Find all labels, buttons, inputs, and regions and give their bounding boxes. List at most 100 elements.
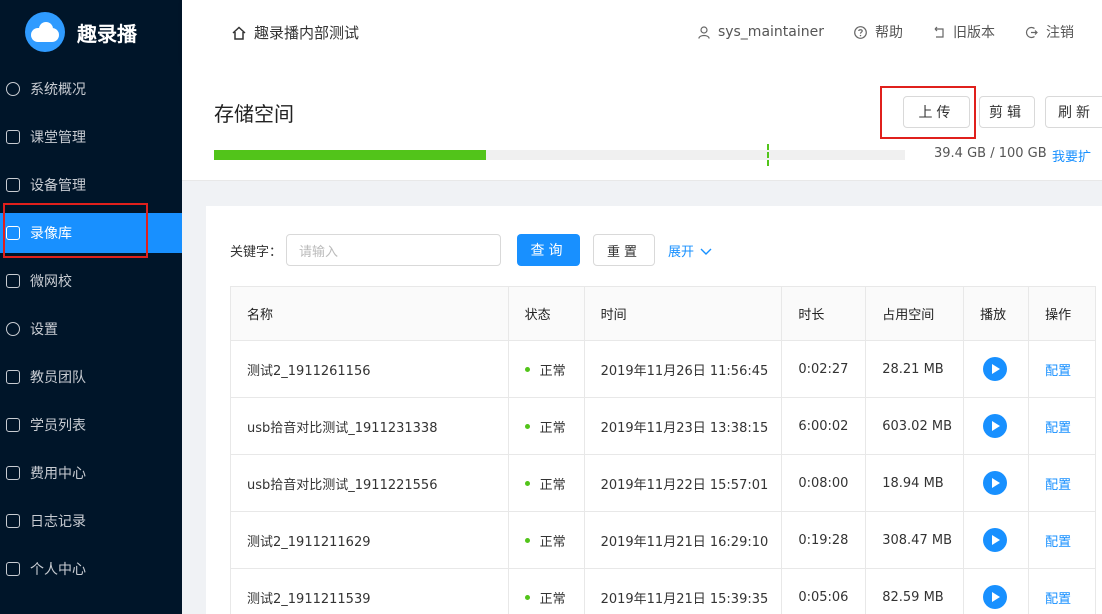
status-dot-icon [524,423,530,429]
reset-button[interactable]: 重置 [593,234,655,266]
sidebar-item-label: 系统概况 [30,82,86,98]
storage-progress-bar [214,150,905,160]
sidebar-item-label: 教员团队 [30,370,86,386]
recording-time: 2019年11月21日 15:39:35 [585,569,783,614]
sidebar-item-10[interactable]: 个人中心 [0,549,182,589]
expand-label: 展开 [668,245,695,260]
logout-label: 注销 [1046,25,1074,41]
recording-duration: 0:08:00 [782,455,867,511]
action-cell: 配置 [1029,455,1096,511]
action-cell: 配置 [1029,569,1096,614]
school-icon [6,274,20,288]
recording-size: 18.94 MB [866,455,965,511]
configure-link[interactable]: 配置 [1045,474,1071,493]
status-cell: 正常 [509,398,585,454]
sidebar-item-label: 设备管理 [30,178,86,194]
user-icon [6,562,20,576]
status-cell: 正常 [509,512,585,568]
expand-filters-toggle[interactable]: 展开 [668,241,712,260]
sidebar-item-label: 费用中心 [30,466,86,482]
sidebar-item-5[interactable]: 设置 [0,309,182,349]
recording-duration: 0:05:06 [782,569,867,614]
sidebar-item-8[interactable]: 费用中心 [0,453,182,493]
play-cell [964,341,1030,397]
status-text: 正常 [539,363,566,379]
help-icon [854,25,867,39]
sidebar-item-0[interactable]: 系统概况 [0,69,182,109]
play-button-icon[interactable] [983,357,1008,381]
column-header-time: 时间 [585,287,783,340]
play-button-icon[interactable] [983,414,1008,438]
edit-button[interactable]: 剪辑 [979,96,1035,128]
username: sys_maintainer [717,24,824,40]
sidebar-item-label: 微网校 [30,274,72,290]
recording-time: 2019年11月21日 16:29:10 [585,512,783,568]
configure-link[interactable]: 配置 [1045,531,1071,550]
team-icon [6,370,20,384]
status-cell: 正常 [509,455,585,511]
help-link[interactable]: 帮助 [854,22,903,42]
recording-name: 测试2_1911211629 [231,512,509,568]
recording-duration: 0:19:28 [782,512,867,568]
play-button-icon[interactable] [983,528,1008,552]
keyword-input[interactable]: 请输入 [286,234,501,266]
query-button[interactable]: 查询 [517,234,580,266]
sidebar-item-4[interactable]: 微网校 [0,261,182,301]
storage-title: 存储空间 [214,102,294,126]
dashboard-icon [6,82,20,96]
sidebar-item-label: 学员列表 [30,418,86,434]
sidebar-item-6[interactable]: 教员团队 [0,357,182,397]
table-row: 测试2_1911211539 正常 2019年11月21日 15:39:35 0:05… [231,569,1096,614]
storage-progress-fill [214,150,487,160]
configure-link[interactable]: 配置 [1045,417,1071,436]
column-header-name: 名称 [231,287,509,340]
recording-name: 测试2_1911211539 [231,569,509,614]
status-cell: 正常 [509,569,585,614]
recording-time: 2019年11月22日 15:57:01 [585,455,783,511]
status-text: 正常 [539,591,566,607]
help-label: 帮助 [875,25,903,41]
play-button-icon[interactable] [983,471,1008,495]
status-text: 正常 [539,534,566,550]
storage-amount: 39.4 GB / 100 GB [934,146,1047,161]
status-text: 正常 [539,420,566,436]
status-cell: 正常 [509,341,585,397]
play-button-icon[interactable] [983,585,1008,609]
configure-link[interactable]: 配置 [1045,588,1071,607]
logout-link[interactable]: 注销 [1025,22,1074,42]
status-dot-icon [524,480,530,486]
sidebar-item-7[interactable]: 学员列表 [0,405,182,445]
breadcrumb[interactable]: 趣录播内部测试 [232,22,359,43]
cloud-logo-icon [25,12,65,52]
recordings-table: 名称 状态 时间 时长 占用空间 播放 操作 测试2_1911261156 正常 2… [230,286,1096,614]
configure-link[interactable]: 配置 [1045,360,1071,379]
table-row: 测试2_1911261156 正常 2019年11月26日 11:56:45 0:02… [231,341,1096,398]
sidebar-item-label: 日志记录 [30,514,86,530]
recording-list-card: 关键字： 请输入 查询 重置 展开 名称 状态 时间 时长 占用空间 播放 操作… [206,206,1102,614]
recording-size: 308.47 MB [866,512,965,568]
sidebar-item-9[interactable]: 日志记录 [0,501,182,541]
top-header: 趣录播内部测试 sys_maintainer 帮助 旧版本 注销 [182,0,1102,64]
home-icon [232,25,246,40]
recording-size: 28.21 MB [866,341,965,397]
book-icon [6,130,20,144]
column-header-size: 占用空间 [866,287,965,340]
keyword-placeholder: 请输入 [299,244,339,260]
sidebar-item-2[interactable]: 设备管理 [0,165,182,205]
logo: 趣录播 [0,0,182,64]
old-version-link[interactable]: 旧版本 [933,22,995,42]
column-header-status: 状态 [509,287,585,340]
old-version-label: 旧版本 [953,25,995,41]
user-menu[interactable]: sys_maintainer [698,24,824,40]
expand-storage-link[interactable]: 我要扩 [1052,146,1091,165]
refresh-button[interactable]: 刷新 [1045,96,1102,128]
sidebar-item-1[interactable]: 课堂管理 [0,117,182,157]
play-cell [964,569,1030,614]
recording-time: 2019年11月26日 11:56:45 [585,341,783,397]
status-dot-icon [524,537,530,543]
app-name: 趣录播 [77,21,137,46]
recording-time: 2019年11月23日 13:38:15 [585,398,783,454]
column-header-actions: 操作 [1029,287,1096,340]
list-icon [6,418,20,432]
gear-icon [6,322,20,336]
